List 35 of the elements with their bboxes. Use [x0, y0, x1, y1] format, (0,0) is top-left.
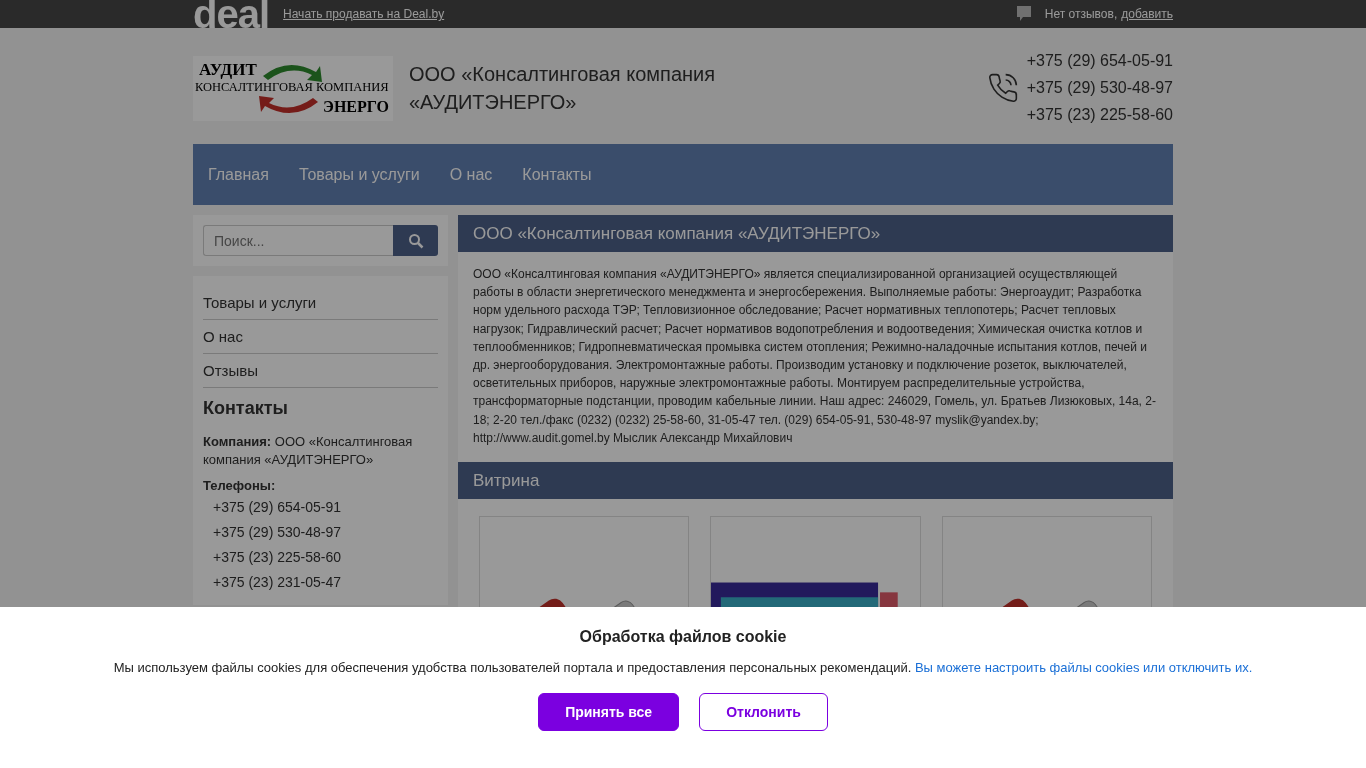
search-field[interactable]: Поиск...: [203, 225, 393, 256]
phone-number: +375 (23) 225-58-60: [1026, 106, 1173, 124]
phone-icon: [986, 72, 1019, 104]
company-logo[interactable]: АУДИТ КОНСАЛТИНГОВАЯ КОМПАНИЯ ЭНЕРГО: [193, 55, 393, 121]
phone-number: +375 (29) 530-48-97: [1026, 79, 1173, 97]
search-button[interactable]: [393, 225, 438, 256]
nav-link[interactable]: Главная: [208, 165, 269, 184]
about-text: ООО «Консалтинговая компания «АУДИТЭНЕРГО» является специализированной организацией осуществляющей работы в области энергетического менеджмента и энергосбережения. Выполняемые работы: Энергоаудит; Разработка норм удельного расхода ТЭР; Тепловизионное обследование; Расчет нормативных теплопотерь; Расчет тепловых нагрузок; Гидравлический расчет; Расчет нормативов водопотребления и водоотведения; Химическая очистка котлов и теплообменников; Гидропневматическая промывка систем отопления; Режимно-наладочные испытания котлов, печей и др. энергооборудования. Электромонтажные работы. Производим установку и подключение розеток, выключателей, осветительных приборов, наружные электромонтажные работы. Монтируем распределительные устройства, трансформаторные подстанции, проводим кабельные линии. Наш адрес: 246029, Гомель, ул. Братьев Лизюковых, 14а, 2-18; 2-20 тел./факс (0232) (0232) 25-58-60, 31-05-47 тел. (029) 654-05-91, 530-48-97 myslik@yandex.by; http://www.audit.gomel.by Мыслик Александр Михайлович: [472, 266, 1157, 447]
decline-button[interactable]: Отклонить: [699, 693, 828, 731]
accept-button[interactable]: Принять все: [538, 693, 680, 731]
phone-number: +375 (23) 225-58-60: [212, 548, 343, 567]
phone-number: +375 (23) 231-05-47: [212, 573, 343, 592]
comment-icon: [1016, 6, 1031, 22]
phones-label: Телефоны:: [203, 477, 277, 495]
company-name: ООО «Консалтинговая компания «АУДИТЭНЕРГО»: [409, 62, 717, 115]
section-heading: Витрина: [458, 462, 1173, 500]
nav-link[interactable]: О нас: [449, 165, 493, 184]
phone-number: +375 (29) 654-05-91: [212, 498, 343, 517]
nav-link[interactable]: Контакты: [522, 165, 592, 184]
cookie-settings-link[interactable]: Вы можете настроить файлы cookies или отключить их.: [914, 660, 1253, 675]
company-info: Компания: ООО «Консалтинговая компания «АУДИТЭНЕРГО»: [203, 433, 414, 469]
cookie-title: Обработка файлов cookie: [579, 628, 787, 646]
contacts-heading: Контакты: [203, 398, 289, 419]
reviews-text: Нет отзывов,: [1044, 7, 1118, 21]
sell-link[interactable]: Начать продавать на Deal.by: [283, 7, 445, 21]
section-heading: ООО «Консалтинговая компания «АУДИТЭНЕРГО»: [458, 215, 1173, 252]
nav-link[interactable]: Товары и услуги: [298, 165, 420, 184]
add-review-link[interactable]: добавить: [1121, 7, 1173, 21]
sidebar-link[interactable]: Отзывы: [203, 354, 438, 388]
sidebar-link[interactable]: О нас: [203, 320, 438, 354]
phone-number: +375 (29) 654-05-91: [1026, 52, 1173, 70]
sidebar-link[interactable]: Товары и услуги: [203, 286, 438, 320]
phone-number: +375 (29) 530-48-97: [212, 523, 343, 542]
search-icon: [407, 232, 424, 249]
cookie-text: Мы используем файлы cookies для обеспечения удобства пользователей портала и предоставления персональных рекомендаций. Вы можете настроить файлы cookies или отключить их.: [113, 660, 1253, 675]
